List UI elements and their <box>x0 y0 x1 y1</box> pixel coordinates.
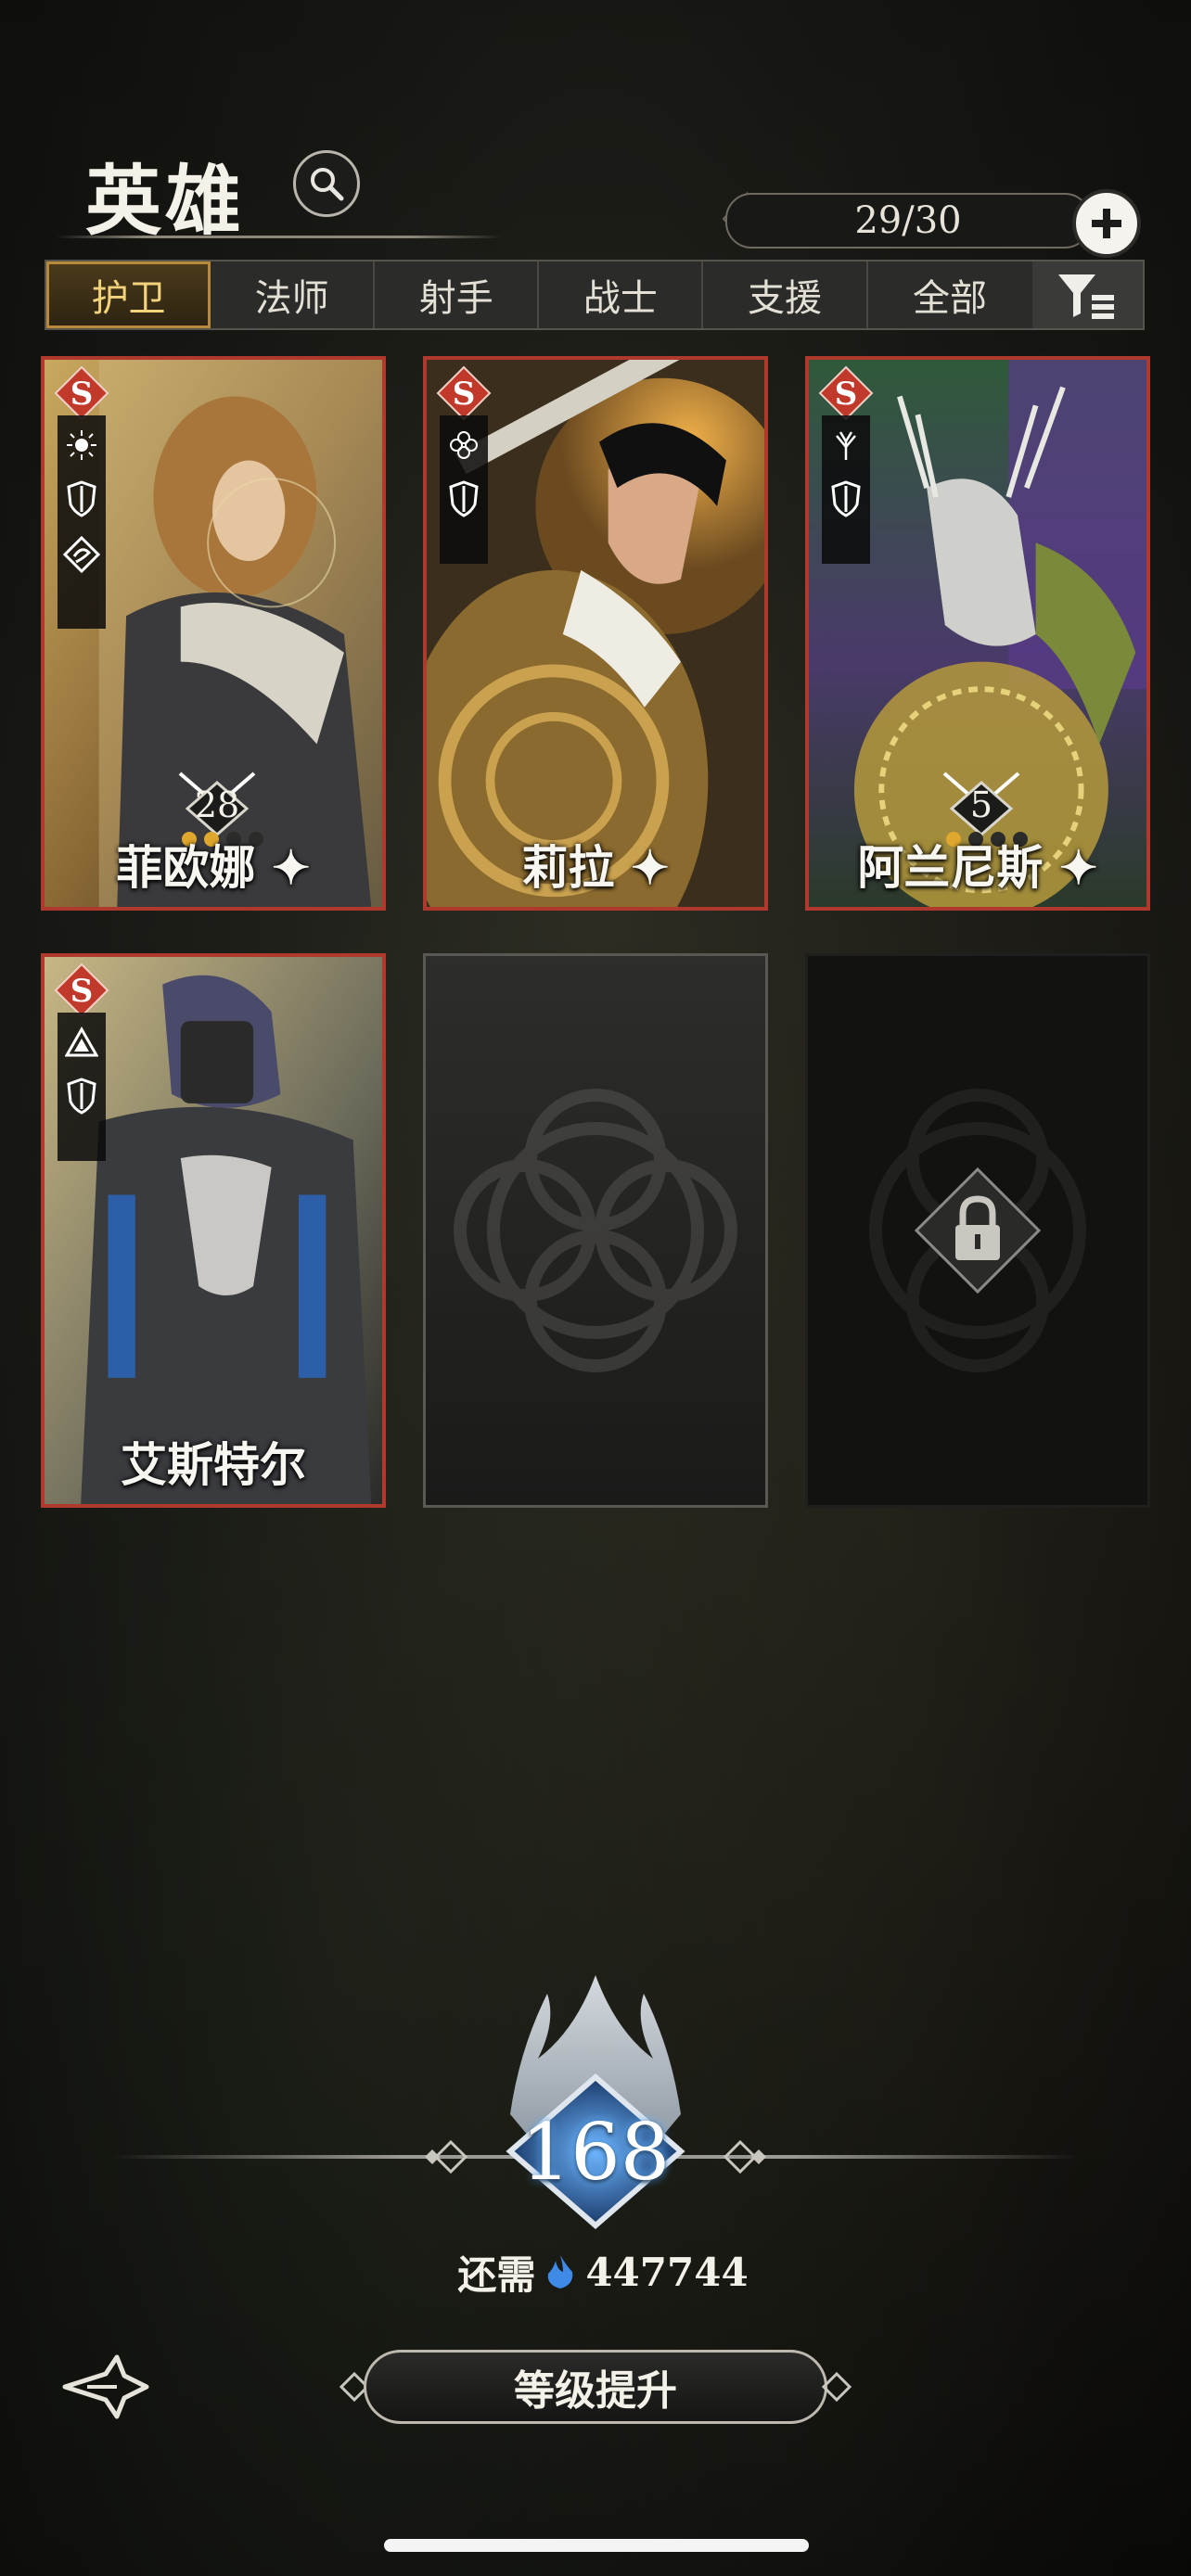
triangle-icon <box>65 1026 98 1057</box>
knot-emblem-icon <box>454 1089 737 1372</box>
hero-level: 5 <box>969 784 993 825</box>
back-button-icon[interactable] <box>59 2352 152 2422</box>
tab-support[interactable]: 支援 <box>703 261 868 328</box>
divider-ornament-icon <box>723 2139 766 2174</box>
shield-icon <box>831 480 861 517</box>
flower-icon <box>450 431 478 459</box>
tab-warrior[interactable]: 战士 <box>539 261 704 328</box>
svg-text:S: S <box>453 376 476 413</box>
add-slot-button[interactable] <box>1072 189 1141 258</box>
hero-attribute-strip <box>440 415 488 564</box>
divider-ornament-icon <box>425 2139 468 2174</box>
plus-icon <box>1092 209 1121 238</box>
svg-text:S: S <box>835 376 858 413</box>
shield-icon <box>67 480 96 517</box>
hero-name: 阿兰尼斯 <box>857 840 1044 895</box>
search-icon <box>311 168 344 201</box>
class-tab-bar: 护卫 法师 射手 战士 支援 全部 <box>45 260 1145 330</box>
search-button[interactable] <box>293 150 360 217</box>
shield-icon <box>67 1078 96 1115</box>
hero-attribute-strip <box>822 415 870 564</box>
empty-hero-slot[interactable] <box>423 953 768 1508</box>
hero-name-row: 阿兰尼斯 ✦ <box>809 831 1146 898</box>
title-underline <box>56 236 501 238</box>
locked-hero-slot[interactable] <box>805 953 1150 1508</box>
hero-attribute-strip <box>58 1013 106 1161</box>
faction-icon <box>63 536 100 573</box>
hero-name: 莉拉 <box>521 840 615 895</box>
rank-s-badge: S <box>54 365 109 421</box>
rank-s-badge: S <box>818 365 874 421</box>
hero-name: 菲欧娜 <box>116 840 256 895</box>
sun-icon <box>67 430 96 460</box>
hero-card[interactable]: S 莉拉 ✦ <box>423 356 768 911</box>
rank-s-badge: S <box>436 365 492 421</box>
page-title: 英雄 <box>85 157 246 246</box>
star-icon: ✦ <box>1043 840 1098 895</box>
level-up-button[interactable]: 等级提升 <box>364 2350 827 2424</box>
hero-name-row: 莉拉 ✦ <box>427 831 764 898</box>
lock-icon <box>914 1167 1042 1294</box>
hero-count: 29/30 <box>725 193 1091 249</box>
svg-text:S: S <box>70 376 94 413</box>
cost-label: 还需 <box>457 2251 536 2298</box>
hero-level: 28 <box>194 784 240 825</box>
hero-name-row: 艾斯特尔 <box>45 1428 382 1495</box>
tab-guardian[interactable]: 护卫 <box>46 261 211 328</box>
hero-name: 艾斯特尔 <box>121 1437 306 1492</box>
account-level: 168 <box>520 2107 671 2198</box>
hero-card[interactable]: S 28 菲欧娜 ✦ <box>41 356 386 911</box>
star-icon: ✦ <box>255 840 311 895</box>
cost-value: 447744 <box>585 2249 749 2295</box>
tab-all[interactable]: 全部 <box>868 261 1032 328</box>
filter-button[interactable] <box>1031 261 1143 328</box>
hero-attribute-strip <box>58 415 106 629</box>
rank-s-badge: S <box>54 963 109 1018</box>
tab-archer[interactable]: 射手 <box>375 261 540 328</box>
button-ornament-icon <box>821 2371 852 2403</box>
hero-card[interactable]: S 艾斯特尔 <box>41 953 386 1508</box>
tab-mage[interactable]: 法师 <box>211 261 376 328</box>
shield-icon <box>449 480 479 517</box>
filter-icon <box>1058 274 1115 319</box>
hero-name-row: 菲欧娜 ✦ <box>45 831 382 898</box>
tree-icon <box>836 431 856 460</box>
hero-card[interactable]: S 5 阿兰尼斯 ✦ <box>805 356 1150 911</box>
star-icon: ✦ <box>614 840 670 895</box>
soul-flame-icon <box>548 2255 573 2289</box>
svg-text:S: S <box>70 973 94 1010</box>
upgrade-cost: 还需 447744 <box>436 2244 770 2300</box>
home-indicator[interactable] <box>384 2539 809 2552</box>
